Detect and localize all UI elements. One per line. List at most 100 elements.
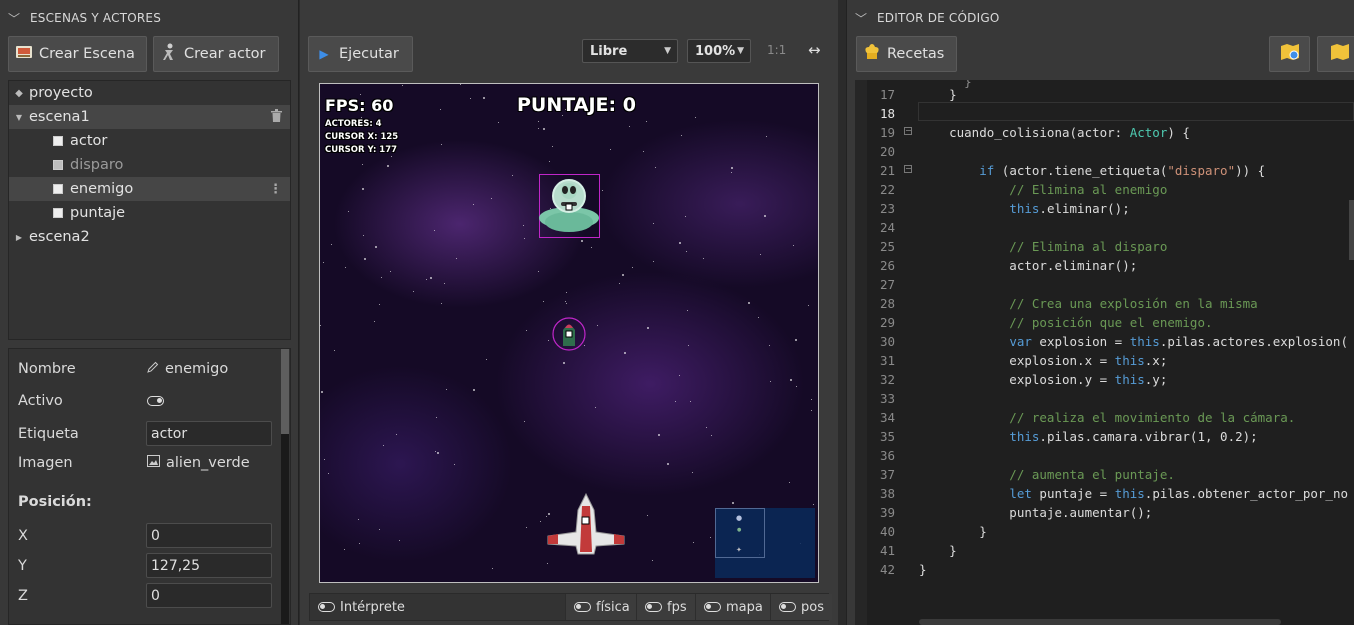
checkbox-icon[interactable] xyxy=(53,184,63,194)
tree-item-puntaje[interactable]: puntaje xyxy=(9,201,290,225)
star xyxy=(460,84,461,85)
line-number: 22 xyxy=(879,182,895,197)
shot-sprite[interactable] xyxy=(551,316,587,352)
star xyxy=(538,271,539,272)
line-number: 26 xyxy=(879,258,895,273)
cursor-y-readout: CURSOR Y: 177 xyxy=(325,145,398,155)
scenes-panel-header[interactable]: ﹀ ESCENAS Y ACTORES xyxy=(0,0,298,36)
star xyxy=(732,502,734,504)
star xyxy=(770,381,771,382)
line-number: 27 xyxy=(879,277,895,292)
star xyxy=(456,258,457,259)
star xyxy=(764,215,766,217)
editor-horizontal-scrollbar[interactable] xyxy=(919,619,1281,625)
line-number: 36 xyxy=(879,448,895,463)
tree-item-label: proyecto xyxy=(29,85,93,101)
star xyxy=(566,303,567,304)
fold-toggle-icon[interactable]: − xyxy=(904,165,912,173)
star xyxy=(610,149,611,150)
trash-icon[interactable] xyxy=(271,108,282,126)
image-value[interactable]: alien_verde xyxy=(147,455,250,471)
tree-item-scene1[interactable]: ▼ escena1 xyxy=(9,105,290,129)
active-toggle[interactable] xyxy=(147,396,164,406)
line-number: 42 xyxy=(879,562,895,577)
mode-select[interactable]: Libre ▼ xyxy=(582,39,678,63)
star xyxy=(543,128,545,130)
star xyxy=(686,251,687,252)
star xyxy=(549,161,550,162)
properties-scrollbar-thumb[interactable] xyxy=(281,349,289,434)
tag-input[interactable] xyxy=(146,421,272,446)
line-number: 35 xyxy=(879,429,895,444)
create-scene-button[interactable]: Crear Escena xyxy=(8,36,147,72)
expand-icon[interactable]: ↔ xyxy=(808,41,821,59)
star xyxy=(652,560,653,561)
interpreter-toggle[interactable]: Intérprete xyxy=(310,594,413,620)
star xyxy=(473,389,475,391)
minimap[interactable]: ● ● ✦ xyxy=(715,508,815,578)
tree-item-actor[interactable]: actor xyxy=(9,129,290,153)
z-input[interactable] xyxy=(146,583,272,608)
tree-item-label: escena2 xyxy=(29,229,90,245)
star xyxy=(795,339,797,341)
star xyxy=(345,267,346,268)
code-panel-header[interactable]: ﹀ EDITOR DE CÓDIGO xyxy=(847,0,1354,36)
star xyxy=(524,238,525,239)
scenes-panel-title: ESCENAS Y ACTORES xyxy=(30,11,162,25)
mode-select-value: Libre xyxy=(590,43,628,59)
ratio-button[interactable]: 1:1 xyxy=(767,43,786,57)
fps-counter: FPS: 60 xyxy=(325,96,394,115)
editor-vertical-scrollbar[interactable] xyxy=(1349,200,1354,260)
star xyxy=(360,94,361,95)
star xyxy=(813,504,814,505)
tree-item-disparo[interactable]: disparo xyxy=(9,153,290,177)
star xyxy=(796,386,797,387)
star xyxy=(320,325,321,326)
fps-toggle[interactable]: fps xyxy=(636,594,695,620)
name-value[interactable]: enemigo xyxy=(147,361,228,377)
tree-item-project[interactable]: ◆ proyecto xyxy=(9,81,290,105)
more-options-icon[interactable]: ⋮ xyxy=(269,182,282,197)
map-toggle[interactable]: mapa xyxy=(695,594,771,620)
star xyxy=(591,247,592,248)
tree-item-label: disparo xyxy=(70,157,124,173)
star xyxy=(748,302,750,304)
fold-toggle-icon[interactable]: − xyxy=(904,127,912,135)
x-input[interactable] xyxy=(146,523,272,548)
star xyxy=(711,435,712,436)
alien-green-sprite[interactable] xyxy=(535,174,603,238)
star xyxy=(379,304,380,305)
line-number: 31 xyxy=(879,353,895,368)
code-line: actor.eliminar(); xyxy=(919,258,1138,273)
code-line: if (actor.tiene_etiqueta("disparo")) { xyxy=(979,163,1266,178)
checkbox-icon[interactable] xyxy=(53,208,63,218)
checkbox-icon[interactable] xyxy=(53,160,63,170)
y-input[interactable] xyxy=(146,553,272,578)
game-canvas[interactable]: FPS: 60 PUNTAJE: 0 ACTORES: 4 CURSOR X: … xyxy=(319,83,819,583)
code-line: cuando_colisiona(actor: Actor) { xyxy=(919,125,1190,140)
star xyxy=(653,261,654,262)
star xyxy=(629,126,630,127)
history-map-button[interactable] xyxy=(1269,36,1310,72)
physics-toggle[interactable]: física xyxy=(565,594,638,620)
star xyxy=(486,359,487,360)
pos-toggle[interactable]: pos xyxy=(770,594,832,620)
line-number: 39 xyxy=(879,505,895,520)
star xyxy=(675,401,676,402)
tree-item-label: puntaje xyxy=(70,205,126,221)
zoom-select[interactable]: 100% ▼ xyxy=(687,39,751,63)
star xyxy=(647,327,649,329)
checkbox-icon[interactable] xyxy=(53,136,63,146)
tree-item-label: escena1 xyxy=(29,109,90,125)
star xyxy=(538,121,539,122)
tree-item-scene2[interactable]: ▶ escena2 xyxy=(9,225,290,249)
player-ship-sprite[interactable] xyxy=(544,492,628,556)
create-actor-button[interactable]: Crear actor xyxy=(153,36,279,72)
code-editor[interactable]: } 17 18 19 20 21 22 23 24 25 26 27 28 29… xyxy=(855,80,1354,625)
star xyxy=(383,445,384,446)
map-button[interactable] xyxy=(1317,36,1354,72)
run-button[interactable]: ▶ Ejecutar xyxy=(308,36,413,72)
star xyxy=(413,291,414,292)
tree-item-enemigo[interactable]: enemigo ⋮ xyxy=(9,177,290,201)
recipes-button[interactable]: Recetas xyxy=(856,36,957,72)
